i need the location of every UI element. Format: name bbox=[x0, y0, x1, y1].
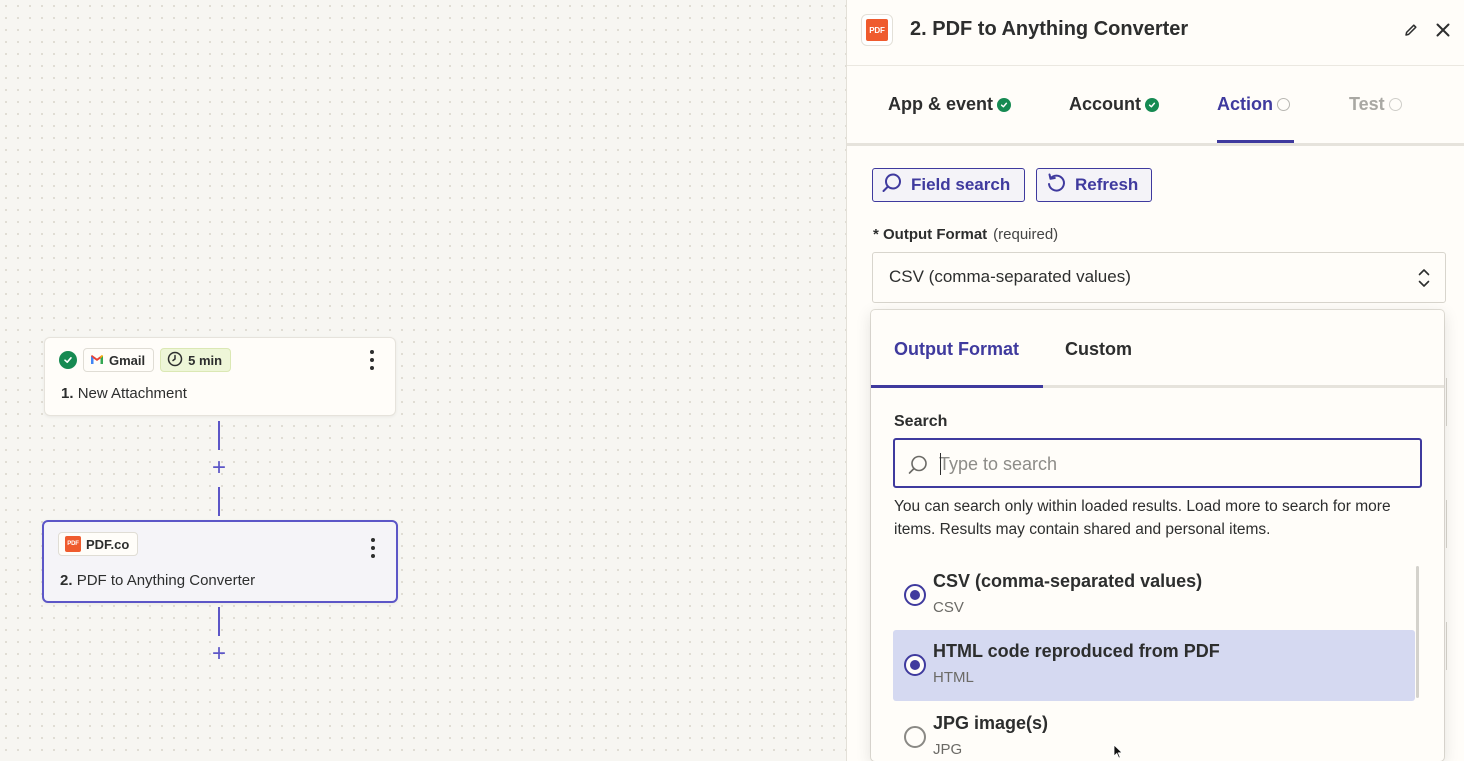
pdfco-logo-icon: PDF bbox=[866, 19, 888, 41]
search-icon bbox=[881, 172, 903, 199]
action-step-title: 2. PDF to Anything Converter bbox=[60, 572, 255, 589]
pending-circle-icon bbox=[1388, 98, 1402, 111]
field-search-label: Field search bbox=[911, 175, 1011, 194]
step-number: 1. bbox=[61, 385, 78, 402]
trigger-step-chips: Gmail 5 min bbox=[59, 348, 232, 372]
search-input[interactable] bbox=[939, 450, 1409, 478]
clock-icon bbox=[167, 351, 183, 370]
refresh-label: Refresh bbox=[1075, 175, 1139, 194]
search-label: Search bbox=[894, 413, 948, 430]
poll-interval-chip: 5 min bbox=[160, 348, 232, 372]
tab-account[interactable]: Account bbox=[1069, 94, 1159, 115]
option-value: HTML bbox=[933, 669, 974, 686]
option-jpg[interactable]: JPG image(s) JPG bbox=[893, 702, 1415, 761]
connector-line bbox=[218, 607, 220, 636]
radio-button[interactable] bbox=[904, 654, 926, 676]
poll-interval-label: 5 min bbox=[188, 352, 223, 368]
dropdown-scrollbar[interactable] bbox=[1416, 566, 1419, 698]
option-title: CSV (comma-separated values) bbox=[933, 571, 1203, 591]
option-title: HTML code reproduced from PDF bbox=[933, 641, 1220, 661]
text-caret bbox=[940, 453, 941, 475]
pdfco-logo-icon: PDF bbox=[65, 536, 81, 552]
output-format-dropdown: Output Format Custom Search You can sear… bbox=[871, 310, 1444, 761]
pending-circle-icon bbox=[1277, 98, 1290, 111]
option-html[interactable]: HTML code reproduced from PDF HTML bbox=[893, 630, 1415, 701]
option-value: JPG bbox=[933, 741, 963, 758]
tab-output-format[interactable]: Output Format bbox=[894, 339, 1019, 360]
trigger-step-menu-icon[interactable] bbox=[369, 350, 375, 370]
output-format-label-text: * Output Format bbox=[873, 226, 988, 243]
edit-pencil-icon[interactable] bbox=[1403, 22, 1419, 38]
workflow-canvas[interactable]: Gmail 5 min 1. New Attachment + PDF PDF.… bbox=[0, 0, 846, 761]
tab-app-event[interactable]: App & event bbox=[888, 94, 1012, 115]
tab-label: Account bbox=[1069, 94, 1141, 114]
panel-title: 2. PDF to Anything Converter bbox=[910, 18, 1189, 40]
action-step-menu-icon[interactable] bbox=[370, 538, 376, 558]
trigger-step-card[interactable]: Gmail 5 min 1. New Attachment bbox=[44, 337, 396, 416]
required-hint: (required) bbox=[993, 226, 1059, 243]
add-step-plus-icon[interactable]: + bbox=[209, 456, 229, 480]
step-number: 2. bbox=[60, 572, 77, 589]
trigger-step-title: 1. New Attachment bbox=[61, 385, 187, 402]
dropdown-search-field[interactable] bbox=[893, 438, 1422, 488]
panel-header: PDF 2. PDF to Anything Converter bbox=[847, 0, 1464, 66]
action-step-card[interactable]: PDF PDF.co 2. PDF to Anything Converter bbox=[42, 520, 398, 603]
search-help-text: You can search only within loaded result… bbox=[894, 498, 1391, 538]
refresh-button[interactable]: Refresh bbox=[1036, 168, 1152, 202]
active-tab-indicator bbox=[871, 385, 1043, 388]
refresh-icon bbox=[1045, 172, 1067, 199]
tab-action[interactable]: Action bbox=[1217, 94, 1290, 115]
close-icon[interactable] bbox=[1435, 22, 1451, 38]
active-tab-indicator bbox=[1217, 140, 1294, 143]
check-circle-icon bbox=[997, 97, 1012, 112]
step-title-text: PDF to Anything Converter bbox=[76, 572, 256, 589]
panel-tabs: App & event Account Action Test bbox=[847, 66, 1464, 146]
add-step-plus-icon[interactable]: + bbox=[209, 642, 229, 666]
panel-app-logo: PDF bbox=[861, 14, 893, 46]
tab-label: App & event bbox=[888, 94, 994, 114]
app-chip-pdfco: PDF PDF.co bbox=[58, 532, 139, 556]
step-title-text: New Attachment bbox=[77, 385, 187, 402]
option-value: CSV bbox=[933, 599, 964, 616]
chevron-up-down-icon bbox=[1417, 267, 1431, 289]
app-chip-label: Gmail bbox=[109, 352, 146, 368]
dropdown-tabs: Output Format Custom bbox=[871, 310, 1444, 388]
tab-label: Test bbox=[1349, 94, 1385, 114]
gmail-logo-icon bbox=[90, 353, 104, 368]
output-format-selected-value: CSV (comma-separated values) bbox=[889, 267, 1131, 286]
mouse-pointer-icon bbox=[1113, 744, 1123, 760]
tab-test[interactable]: Test bbox=[1349, 94, 1402, 115]
app-chip-gmail: Gmail bbox=[83, 348, 155, 372]
app-chip-label: PDF.co bbox=[86, 536, 130, 552]
tab-custom[interactable]: Custom bbox=[1065, 339, 1132, 360]
check-circle-icon bbox=[1145, 97, 1159, 112]
field-search-button[interactable]: Field search bbox=[872, 168, 1025, 202]
search-icon bbox=[907, 454, 927, 474]
radio-button[interactable] bbox=[904, 726, 926, 748]
tab-label: Action bbox=[1217, 94, 1273, 114]
option-csv[interactable]: CSV (comma-separated values) CSV bbox=[893, 560, 1415, 631]
connector-line bbox=[218, 421, 220, 450]
output-format-label: * Output Format (required) bbox=[873, 226, 1058, 243]
option-title: JPG image(s) bbox=[933, 713, 1049, 733]
connector-line bbox=[218, 487, 220, 516]
action-step-chips: PDF PDF.co bbox=[58, 532, 139, 556]
check-circle-icon bbox=[59, 351, 77, 369]
output-format-select[interactable]: CSV (comma-separated values) bbox=[872, 252, 1446, 303]
radio-button[interactable] bbox=[904, 584, 926, 606]
